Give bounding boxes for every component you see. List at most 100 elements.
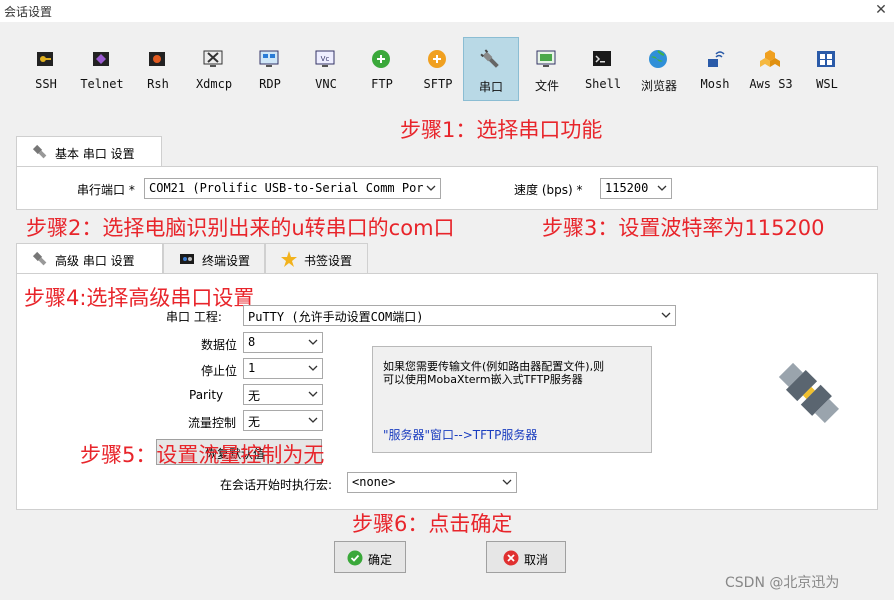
tab-label: 终端设置 xyxy=(202,254,251,268)
flow-control-label: 流量控制 xyxy=(188,416,237,430)
ok-label: 确定 xyxy=(368,553,393,567)
tab-label: 书签设置 xyxy=(304,254,353,268)
annotation-step1: 步骤1：选择串口功能 xyxy=(400,118,603,142)
annotation-step6: 步骤6：点击确定 xyxy=(352,512,513,536)
tool-sftp[interactable]: SFTP xyxy=(410,37,466,101)
stop-bits-value: 1 xyxy=(248,361,256,375)
telnet-icon xyxy=(93,52,109,66)
tool-file[interactable]: 文件 xyxy=(519,37,575,101)
tool-label: Shell xyxy=(584,77,622,91)
ok-button[interactable]: 确定 xyxy=(334,541,406,573)
window-title: 会话设置 xyxy=(4,5,53,19)
tool-wsl[interactable]: WSL xyxy=(799,37,855,101)
annotation-step5: 步骤5：设置流量控制为无 xyxy=(80,443,325,467)
tftp-info-box: 如果您需要传输文件(例如路由器配置文件),则 可以使用MobaXterm嵌入式T… xyxy=(372,346,652,453)
serial-port-select[interactable]: COM21 (Prolific USB-to-Serial Comm Por xyxy=(144,178,441,199)
tab-advanced-serial[interactable]: 高级 串口 设置 xyxy=(16,243,163,273)
chevron-down-icon xyxy=(657,185,667,191)
tab-terminal-settings[interactable]: 终端设置 xyxy=(163,243,265,273)
ftp-icon xyxy=(372,50,390,68)
tool-label: VNC xyxy=(315,77,337,91)
chevron-down-icon xyxy=(308,339,318,345)
rdp-icon xyxy=(259,50,279,67)
tool-ftp[interactable]: FTP xyxy=(354,37,410,101)
terminal-settings-icon xyxy=(180,254,194,264)
parity-label: Parity xyxy=(189,388,224,402)
data-bits-label: 数据位 xyxy=(201,338,238,352)
tool-label: Mosh xyxy=(700,77,730,91)
tool-label: Rsh xyxy=(147,77,169,91)
tool-browser[interactable]: 浏览器 xyxy=(631,37,687,101)
sftp-icon xyxy=(428,50,446,68)
tab-bookmark-settings[interactable]: 书签设置 xyxy=(265,243,368,273)
svg-text:Vc: Vc xyxy=(321,55,330,63)
macro-label: 在会话开始时执行宏: xyxy=(220,478,333,492)
serial-engine-select[interactable]: PuTTY (允许手动设置COM端口) xyxy=(243,305,676,326)
speed-label: 速度 (bps) * xyxy=(514,183,583,197)
data-bits-select[interactable]: 8 xyxy=(243,332,323,353)
close-button[interactable]: ✕ xyxy=(872,1,890,19)
flow-control-value: 无 xyxy=(248,415,261,429)
cancel-label: 取消 xyxy=(524,553,549,567)
speed-value: 115200 xyxy=(605,181,649,195)
tab-basic-serial[interactable]: 基本 串口 设置 xyxy=(16,136,162,166)
rsh-icon xyxy=(149,52,165,66)
serial-plug-icon xyxy=(480,49,499,68)
tool-vnc[interactable]: Vc VNC xyxy=(298,37,354,101)
tool-shell[interactable]: Shell xyxy=(575,37,631,101)
parity-select[interactable]: 无 xyxy=(243,384,323,405)
tool-mosh[interactable]: Mosh xyxy=(687,37,743,101)
chevron-down-icon xyxy=(308,391,318,397)
tool-label: WSL xyxy=(816,77,838,91)
tool-aws-s3[interactable]: Aws S3 xyxy=(743,37,799,101)
plug-icon xyxy=(32,251,47,266)
chevron-down-icon xyxy=(426,185,436,191)
tool-label: 串口 xyxy=(478,80,503,94)
star-icon xyxy=(281,251,297,267)
tool-rdp[interactable]: RDP xyxy=(242,37,298,101)
chevron-down-icon xyxy=(308,417,318,423)
tool-label: 文件 xyxy=(534,79,559,93)
file-icon xyxy=(536,50,556,67)
aws-s3-icon xyxy=(760,50,780,67)
cancel-button[interactable]: 取消 xyxy=(486,541,566,573)
data-bits-value: 8 xyxy=(248,335,256,349)
serial-plug-icon xyxy=(778,362,839,423)
macro-value: <none> xyxy=(352,475,396,489)
annotation-step2: 步骤2：选择电脑识别出来的u转串口的com口 xyxy=(26,216,455,240)
serial-port-value: COM21 (Prolific USB-to-Serial Comm Por xyxy=(149,181,424,195)
tool-rsh[interactable]: Rsh xyxy=(130,37,186,101)
shell-icon xyxy=(593,51,611,66)
serial-engine-value: PuTTY (允许手动设置COM端口) xyxy=(248,310,424,324)
watermark: CSDN @北京迅为 xyxy=(725,575,840,591)
tool-ssh[interactable]: SSH xyxy=(18,37,74,101)
tftp-server-link[interactable]: "服务器"窗口-->TFTP服务器 xyxy=(383,426,537,443)
vnc-icon: Vc xyxy=(315,50,335,67)
tool-label: Xdmcp xyxy=(195,77,233,91)
ssh-key-icon xyxy=(37,52,53,66)
check-icon xyxy=(347,550,363,566)
stop-bits-label: 停止位 xyxy=(201,364,238,378)
chevron-down-icon xyxy=(308,365,318,371)
tool-label: 浏览器 xyxy=(640,79,677,93)
tool-label: SSH xyxy=(35,77,57,91)
tool-label: SFTP xyxy=(423,77,453,91)
tab-label: 基本 串口 设置 xyxy=(55,147,135,161)
tab-label: 高级 串口 设置 xyxy=(55,254,135,268)
xdmcp-icon xyxy=(203,50,223,67)
chevron-down-icon xyxy=(502,479,512,485)
flow-control-select[interactable]: 无 xyxy=(243,410,323,431)
tool-serial[interactable]: 串口 xyxy=(463,37,519,101)
session-type-toolbar: SSH Telnet Rsh Xdmcp RDP Vc VNC FTP SFTP… xyxy=(18,37,862,103)
tool-xdmcp[interactable]: Xdmcp xyxy=(186,37,242,101)
browser-globe-icon xyxy=(649,50,667,68)
macro-select[interactable]: <none> xyxy=(347,472,517,493)
annotation-step3: 步骤3：设置波特率为115200 xyxy=(542,216,825,240)
info-line-2: 可以使用MobaXterm嵌入式TFTP服务器 xyxy=(383,373,583,386)
stop-bits-select[interactable]: 1 xyxy=(243,358,323,379)
chevron-down-icon xyxy=(661,312,671,318)
tool-telnet[interactable]: Telnet xyxy=(74,37,130,101)
speed-select[interactable]: 115200 xyxy=(600,178,672,199)
tool-label: Telnet xyxy=(80,77,124,91)
parity-value: 无 xyxy=(248,389,261,403)
